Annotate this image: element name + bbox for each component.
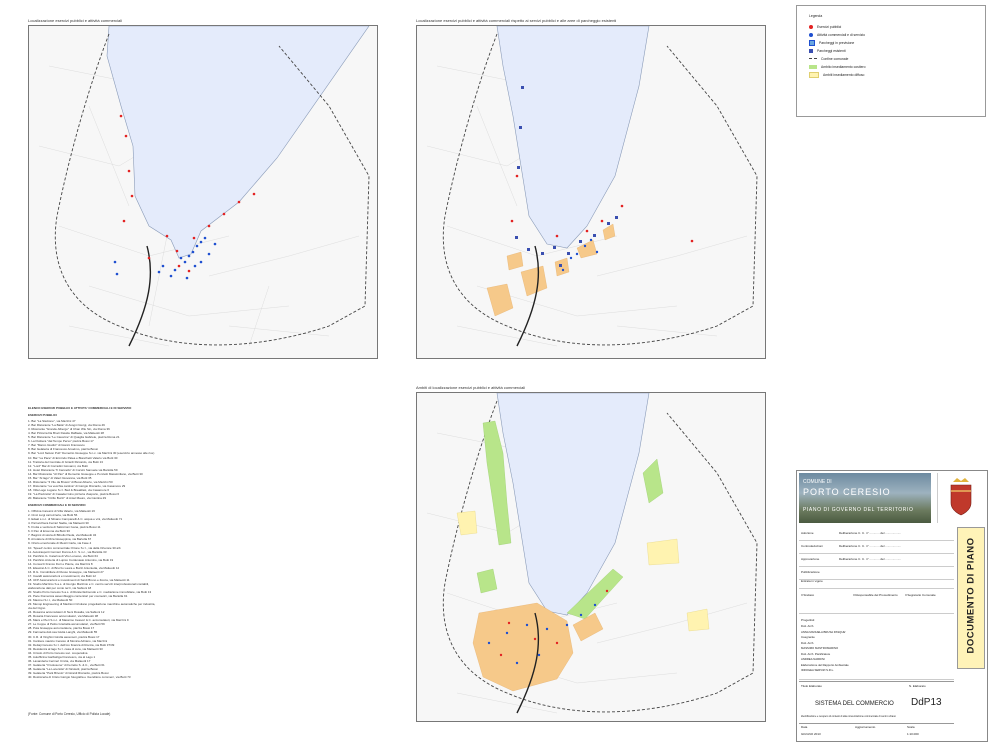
list-item: 20. Bialorante "Cirillo Buzzi" di Antel … xyxy=(28,495,107,500)
designers-label: Progettisti xyxy=(801,618,815,622)
approval-row: Entrata in vigore xyxy=(799,575,954,589)
cell-sindaco: Il Sindaco xyxy=(801,593,815,597)
date-value: GIUGNO 2013 xyxy=(801,732,821,736)
legend-item: Esercizi pubblici xyxy=(809,24,841,29)
map-1-graphic xyxy=(29,26,377,358)
establishments-list: ELENCO ESERCIZI PUBBLICI E ATTIVITA' COM… xyxy=(28,403,398,679)
signature-cells: Il Sindaco Il Responsabile del Procedime… xyxy=(799,591,954,614)
map-panel-2[interactable] xyxy=(416,25,766,359)
cell-segretario: Il Segretario Comunale xyxy=(905,593,936,597)
drawing-title-box: Titolo Elaborato N. Elaborato SISTEMA DE… xyxy=(799,681,954,722)
update-label: Aggiornamento xyxy=(855,725,876,729)
coat-of-arms-icon xyxy=(937,473,984,523)
plan-name: PIANO DI GOVERNO DEL TERRITORIO xyxy=(803,507,914,513)
list-pubblici: 1. Bar "La Stazione", via Mazzini 47 2. B… xyxy=(28,419,398,500)
parking-existing-icon xyxy=(809,48,813,53)
code-caption: N. Elaborato xyxy=(909,684,926,688)
map-panel-1[interactable] xyxy=(28,25,378,359)
list-section-commerciali: ESERCIZI COMMERCIALI E DI SERVIZIO xyxy=(28,503,86,508)
blue-dot-icon xyxy=(809,32,813,37)
legend-box: Legenda Esercizi pubblici Attività comme… xyxy=(796,5,986,117)
map-3-graphic xyxy=(417,393,765,721)
comune-label: COMUNE DI xyxy=(803,479,832,485)
legend-item: Confine comunale xyxy=(809,56,848,61)
designer-line: IDROGEA SERVIZI S.R.L. xyxy=(801,668,834,672)
panel-2-title: Localizzazione esercizi pubblici e attiv… xyxy=(416,18,617,23)
yellow-area-icon xyxy=(809,71,819,78)
source-note: (Fonte: Comune di Porto Ceresio, Ufficio… xyxy=(28,712,111,716)
green-area-icon xyxy=(809,64,817,69)
approval-row: Controdeduzioni Deliberazione C. C. n° ..… xyxy=(799,540,954,554)
town-banner: COMUNE DI PORTO CERESIO PIANO DI GOVERNO… xyxy=(799,473,931,523)
drawing-code: DdP13 xyxy=(911,697,942,708)
drawing-title: SISTEMA DEL COMMERCIO xyxy=(815,701,894,707)
approval-row: Adozione Deliberazione C. C. n° .........… xyxy=(799,527,954,541)
city-name: PORTO CERESIO xyxy=(803,487,891,497)
scale-label: Scala xyxy=(907,725,915,729)
scale-value: 1:10.000 xyxy=(907,732,919,736)
list-heading: ELENCO ESERCIZI PUBBLICI E ATTIVITA' COM… xyxy=(28,406,132,410)
panel-1-title: Localizzazione esercizi pubblici e attiv… xyxy=(28,18,123,23)
drawing-sheet: Localizzazione esercizi pubblici e attiv… xyxy=(0,0,992,747)
map-2-graphic xyxy=(417,26,765,358)
legend-item: Attività commerciali e di servizio xyxy=(809,32,865,37)
drawing-subtitle: Identificazione e recupero di contesti d… xyxy=(801,715,896,718)
document-type-label: DOCUMENTO DI PIANO xyxy=(957,527,985,669)
designers-box: Progettisti Dott. Arch. ANNA MANUELA BRUS… xyxy=(799,616,954,680)
cell-responsabile: Il Responsabile del Procedimento xyxy=(853,593,898,597)
map-panel-3[interactable] xyxy=(416,392,766,722)
list-section-pubblici: ESERCIZI PUBBLICI xyxy=(28,413,57,418)
legend-item: Ambiti insediamento diffuso xyxy=(809,71,864,78)
legend-item: Parcheggi in previsione xyxy=(809,39,854,46)
legend-item: Parcheggi esistenti xyxy=(809,48,846,53)
red-dot-icon xyxy=(809,24,813,29)
approval-row: Approvazione Deliberazione C. C. n° .....… xyxy=(799,553,954,567)
legend-item: Ambito insediamento costiero xyxy=(809,64,865,69)
list-item: 40. Rosticceria di Cristo Giorgio fotogr… xyxy=(28,675,131,679)
designers-list: Dott. Arch. ANNA MANUELA BRUSA PASQUE' Ins… xyxy=(801,624,849,674)
list-commerciali: 1. Officina Caresini di Villa Valerio, v… xyxy=(28,509,398,679)
parking-planned-icon xyxy=(809,39,815,46)
date-label: Data xyxy=(801,725,808,729)
panel-3-title: Ambiti di localizzazione esercizi pubbli… xyxy=(416,385,526,390)
legend-title: Legenda xyxy=(809,14,823,18)
dashed-line-icon xyxy=(809,58,817,59)
title-block: COMUNE DI PORTO CERESIO PIANO DI GOVERNO… xyxy=(796,470,988,742)
footer-row: Data GIUGNO 2013 Aggiornamento Scala 1:1… xyxy=(799,723,954,740)
title-caption: Titolo Elaborato xyxy=(801,684,822,688)
